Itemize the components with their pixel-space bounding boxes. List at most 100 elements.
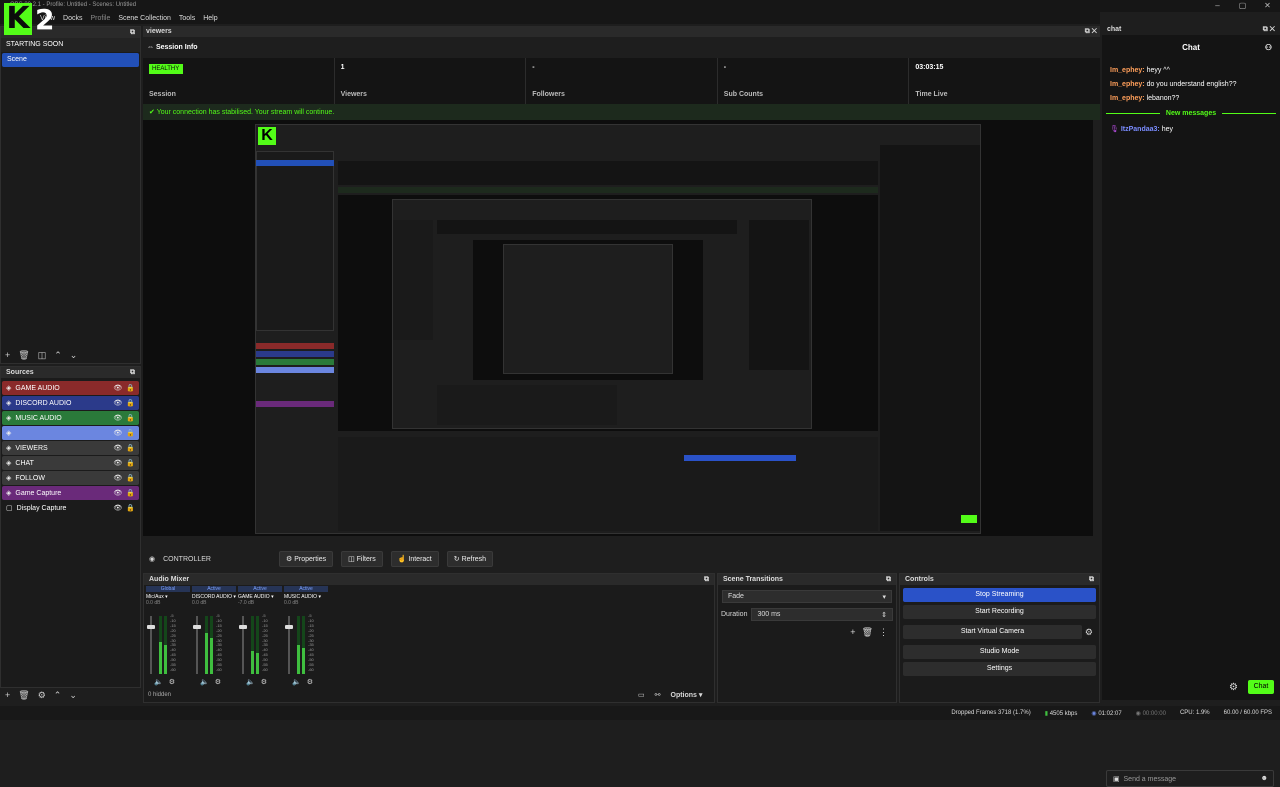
close-button[interactable]: ✕ (1255, 0, 1280, 12)
eye-icon[interactable]: 👁 (113, 444, 122, 452)
add-icon[interactable]: + (5, 350, 10, 360)
filters-button[interactable]: ◫ Filters (341, 551, 383, 567)
chat-message: Im_ephey: lebanon?? (1110, 95, 1180, 102)
gear-icon[interactable]: ⚙ (1085, 627, 1093, 638)
eye-icon[interactable]: 👁 (113, 474, 122, 482)
stream-preview[interactable]: K (143, 120, 1093, 536)
emote-icon[interactable]: ▣ (1113, 776, 1120, 783)
source-item[interactable]: ◈ VIEWERS 👁 🔒 (2, 441, 139, 455)
volume-fader[interactable] (285, 616, 293, 674)
source-item[interactable]: ◈ FOLLOW 👁 🔒 (2, 471, 139, 485)
studio-mode-button[interactable]: Studio Mode (903, 645, 1096, 659)
source-item[interactable]: ◈ GAME AUDIO 👁 🔒 (2, 381, 139, 395)
source-item[interactable]: ◈ DISCORD AUDIO 👁 🔒 (2, 396, 139, 410)
lock-icon[interactable]: 🔒 (126, 429, 135, 437)
mic-icon: 🎙 (1110, 126, 1119, 133)
eye-icon[interactable]: 👁 (113, 489, 122, 497)
lock-icon[interactable]: 🔒 (126, 504, 135, 512)
settings-icon[interactable]: ⚙ (169, 678, 175, 686)
settings-icon[interactable]: ⚙ (215, 678, 221, 686)
rec-time: ◉ 00:00:00 (1135, 710, 1166, 717)
maximize-button[interactable]: ▢ (1230, 0, 1255, 12)
add-icon[interactable]: + (850, 627, 855, 638)
eye-icon[interactable]: 👁 (113, 399, 122, 407)
menu-tools[interactable]: Tools (179, 15, 195, 22)
up-icon[interactable]: ⌃ (54, 690, 62, 701)
settings-icon[interactable]: ⚙ (307, 678, 313, 686)
trash-icon[interactable]: 🗑 (18, 350, 29, 361)
chat-dock: chat ⧉ ✕ Chat ⚇ Im_ephey: heyy ^^ Im_ephey… (1102, 24, 1280, 787)
audio-icon: ◈ (6, 490, 12, 497)
nested-preview-1: K (255, 124, 981, 534)
scene-item[interactable]: STARTING SOON (1, 38, 140, 52)
settings-button[interactable]: Settings (903, 662, 1096, 676)
lock-icon[interactable]: 🔒 (126, 444, 135, 452)
eye-icon[interactable]: 👁 (113, 429, 122, 437)
transition-select[interactable]: Fade ▾ (722, 590, 892, 603)
source-item[interactable]: ◈ 👁 🔒 (2, 426, 139, 440)
options-button[interactable]: Options ▾ (671, 691, 703, 699)
source-item[interactable]: ◈ CHAT 👁 🔒 (2, 456, 139, 470)
volume-fader[interactable] (239, 616, 247, 674)
audio-icon: ◈ (6, 460, 12, 467)
down-icon[interactable]: ⌄ (70, 350, 78, 361)
trash-icon[interactable]: 🗑 (18, 690, 29, 701)
more-icon[interactable]: ⋮ (879, 627, 888, 638)
send-chat-button[interactable]: Chat (1248, 680, 1274, 694)
up-icon[interactable]: ⌃ (54, 350, 62, 361)
scene-item-selected[interactable]: Scene (2, 53, 139, 67)
user-settings-icon[interactable]: ⚇ (1265, 43, 1272, 52)
menu-profile[interactable]: Profile (91, 15, 111, 22)
filter-icon[interactable]: ◫ (38, 350, 47, 361)
gear-icon[interactable]: ⚙ (38, 690, 46, 701)
title-bar: OBS 30.2.1 - Profile: Untitled - Scenes:… (0, 0, 1280, 12)
add-icon[interactable]: + (5, 690, 10, 700)
viewers-dock-header: viewers ⧉ ✕ (143, 26, 1100, 37)
properties-button[interactable]: ⚙ Properties (278, 551, 334, 567)
speaker-icon[interactable]: 🔈 (154, 678, 163, 686)
lock-icon[interactable]: 🔒 (126, 459, 135, 467)
settings-icon[interactable]: ⚙ (261, 678, 267, 686)
lock-icon[interactable]: 🔒 (126, 474, 135, 482)
speaker-icon[interactable]: 🔈 (292, 678, 301, 686)
source-item[interactable]: ▢ Display Capture 👁 🔒 (2, 501, 139, 515)
lock-icon[interactable]: 🔒 (126, 384, 135, 392)
start-recording-button[interactable]: Start Recording (903, 605, 1096, 619)
duration-field[interactable]: 300 ms ⇕ (751, 608, 893, 621)
menu-docks[interactable]: Docks (63, 15, 82, 22)
mixer-channel: Active DISCORD AUDIO ▾ 0.0 dB -5 -10 -15 -20 -2… (192, 586, 236, 686)
hidden-count: 0 hidden (148, 692, 172, 698)
gear-icon[interactable]: ⚙ (1229, 682, 1238, 693)
interact-button[interactable]: ☝ Interact (390, 551, 439, 567)
eye-icon[interactable]: 👁 (113, 384, 122, 392)
session-panel: HEALTHY Session 1 Viewers - Followers - Sub … (143, 58, 1100, 104)
lock-icon[interactable]: 🔒 (126, 489, 135, 497)
speaker-icon[interactable]: 🔈 (200, 678, 209, 686)
source-item[interactable]: ◈ Game Capture 👁 🔒 (2, 486, 139, 500)
source-item[interactable]: ◈ MUSIC AUDIO 👁 🔒 (2, 411, 139, 425)
lock-icon[interactable]: 🔒 (126, 414, 135, 422)
eye-icon[interactable]: 👁 (113, 459, 122, 467)
check-icon: ✔ (149, 109, 155, 116)
sources-toolbar: + 🗑 ⚙ ⌃ ⌄ (0, 689, 82, 701)
speaker-icon[interactable]: 🔈 (246, 678, 255, 686)
link-icon[interactable]: ⚯ (655, 691, 661, 699)
down-icon[interactable]: ⌄ (69, 690, 77, 701)
bitrate: ▮ 4505 kbps (1044, 710, 1078, 717)
refresh-button[interactable]: ↻ Refresh (446, 551, 494, 567)
volume-fader[interactable] (193, 616, 201, 674)
eye-icon[interactable]: 👁 (113, 504, 122, 512)
start-virtual-camera-button[interactable]: Start Virtual Camera (903, 625, 1082, 639)
chat-input[interactable]: ▣ Send a message ☻ (1106, 770, 1274, 787)
menu-scene-collection[interactable]: Scene Collection (118, 15, 171, 22)
trash-icon[interactable]: 🗑 (862, 627, 873, 638)
eye-icon[interactable]: 👁 (113, 414, 122, 422)
layout-icon[interactable]: ▭ (638, 691, 645, 699)
emoji-icon[interactable]: ☻ (1261, 775, 1268, 782)
lock-icon[interactable]: 🔒 (126, 399, 135, 407)
menu-help[interactable]: Help (203, 15, 217, 22)
audio-mixer-dock: Audio Mixer ⧉ Global Mic/Aux ▾ 0.0 dB -5 -10-… (143, 573, 715, 703)
volume-fader[interactable] (147, 616, 155, 674)
minimize-button[interactable]: – (1205, 0, 1230, 12)
stop-streaming-button[interactable]: Stop Streaming (903, 588, 1096, 602)
